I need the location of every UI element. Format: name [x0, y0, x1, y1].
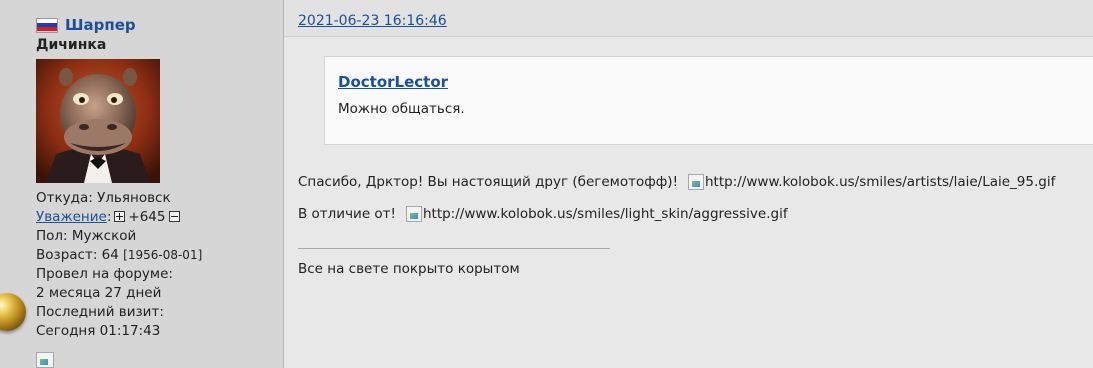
- reputation-link[interactable]: Уважение: [36, 209, 107, 225]
- message-line-1: Спасибо, Дрктор! Вы настоящий друг (беге…: [298, 174, 1055, 190]
- user-age: Возраст: 64 [1956-08-01]: [36, 247, 202, 263]
- time-on-forum-value: 2 месяца 27 дней: [36, 285, 162, 301]
- signature-divider: [298, 248, 610, 249]
- user-name-row: Шарпер: [36, 16, 136, 34]
- broken-image-icon: [36, 352, 54, 368]
- message-line-2: В отличие от! http://www.kolobok.us/smil…: [298, 206, 788, 222]
- user-rank-title: Дичинка: [36, 37, 107, 53]
- quote-block: DoctorLector Можно общаться.: [324, 56, 1093, 145]
- post-header: 2021-06-23 16:16:46: [284, 0, 1093, 37]
- user-signature: Все на свете покрыто корытом: [298, 261, 520, 277]
- user-profile-panel: Шарпер Дичинка Откуда: Ульяновск Уважени…: [0, 0, 284, 368]
- hippo-avatar-icon: [36, 59, 160, 183]
- quote-author-link[interactable]: DoctorLector: [338, 73, 448, 91]
- gold-ball-icon: [0, 293, 26, 331]
- minus-icon[interactable]: [168, 211, 180, 222]
- user-age-text: Возраст: 64: [36, 247, 119, 263]
- smiley-image-2: http://www.kolobok.us/smiles/light_skin/…: [405, 206, 788, 222]
- russia-flag-icon: [36, 17, 58, 33]
- time-on-forum-label: Провел на форуме:: [36, 266, 173, 282]
- quote-text: Можно общаться.: [338, 101, 465, 117]
- broken-image-icon: [688, 174, 704, 190]
- user-location: Откуда: Ульяновск: [36, 190, 171, 206]
- user-avatar[interactable]: [36, 59, 160, 183]
- message-line-2-text: В отличие от!: [298, 206, 396, 222]
- broken-image-icon: [405, 206, 422, 222]
- message-line-1-text: Спасибо, Дрктор! Вы настоящий друг (беге…: [298, 174, 678, 190]
- smiley-image-1: http://www.kolobok.us/smiles/artists/lai…: [688, 174, 1055, 190]
- last-visit-value: Сегодня 01:17:43: [36, 323, 161, 339]
- user-reputation: Уважение: +645: [36, 209, 183, 225]
- smiley-image-1-alt: http://www.kolobok.us/smiles/artists/lai…: [705, 174, 1056, 190]
- last-visit-label: Последний визит:: [36, 304, 164, 320]
- reputation-value: +645: [128, 209, 166, 225]
- smiley-image-2-alt: http://www.kolobok.us/smiles/light_skin/…: [422, 206, 788, 222]
- user-gender: Пол: Мужской: [36, 228, 137, 244]
- user-name-link[interactable]: Шарпер: [65, 16, 136, 34]
- plus-icon[interactable]: [114, 211, 126, 222]
- reputation-sep: :: [106, 209, 112, 225]
- post-date-link[interactable]: 2021-06-23 16:16:46: [298, 13, 447, 29]
- post-content-panel: 2021-06-23 16:16:46 DoctorLector Можно о…: [284, 0, 1093, 368]
- user-birth-date: [1956-08-01]: [123, 248, 203, 262]
